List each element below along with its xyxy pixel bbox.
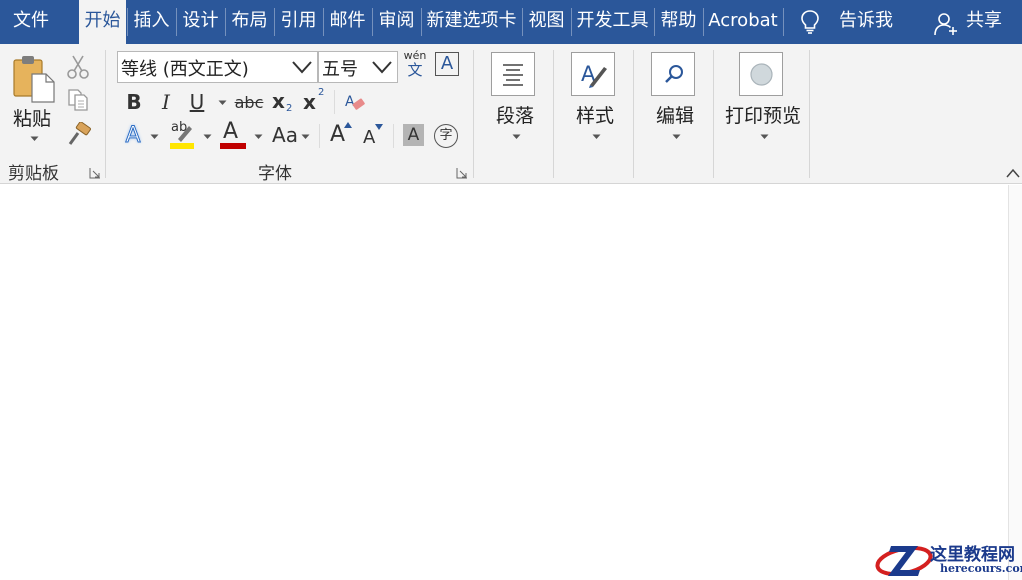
font-color-letter: A [223,119,239,144]
subscript-2: 2 [286,103,293,114]
highlight-dropdown-icon[interactable] [203,134,212,140]
ribbon-tab-bar: 文件 开始 插入 设计 布局 引用 邮件 审阅 新建选项卡 视图 开发工具 帮助… [0,0,1022,44]
shrink-font-letter: A [363,127,376,148]
highlight-color-bar [170,143,194,149]
print-preview-dropdown-icon[interactable] [760,134,769,140]
tab-layout[interactable]: 布局 [227,0,272,44]
share-button[interactable]: 共享 [962,0,1006,44]
tell-me-box[interactable]: 告诉我 [834,0,898,44]
paragraph-dropdown-icon[interactable] [512,134,521,140]
superscript-2: 2 [318,87,325,98]
tab-review[interactable]: 审阅 [374,0,419,44]
tab-acrobat[interactable]: Acrobat [705,0,781,44]
cut-icon[interactable] [66,54,90,80]
collapse-ribbon-icon[interactable] [1006,168,1020,178]
underline-button[interactable]: U [185,87,209,117]
styles-dropdown-icon[interactable] [592,134,601,140]
tab-mailings[interactable]: 邮件 [325,0,370,44]
ribbon-home: 粘贴 剪贴板 等线 (西文正文) 五号 wén 文 A B I U abc x … [0,44,1022,184]
grow-font-button[interactable]: A [329,122,353,150]
svg-text:A: A [345,94,355,110]
superscript-x: x [303,90,316,114]
caret-down-icon [375,124,383,130]
character-shading-button[interactable]: A [403,124,424,146]
person-add-icon[interactable] [934,12,958,36]
watermark-logo [875,545,933,577]
font-color-button[interactable]: A [220,119,246,150]
styles-icon: A [581,62,607,88]
paste-label[interactable]: 粘贴 [13,104,51,131]
subscript-x: x [272,89,285,113]
paste-dropdown-icon[interactable] [30,136,39,142]
tab-design[interactable]: 设计 [178,0,223,44]
font-color-dropdown-icon[interactable] [254,134,263,140]
font-color-bar [220,143,246,149]
tab-new-tab[interactable]: 新建选项卡 [423,0,520,44]
print-preview-label[interactable]: 打印预览 [725,101,801,128]
character-border-button[interactable]: A [435,52,459,76]
caret-up-icon [344,122,352,128]
chevron-down-icon[interactable] [291,59,313,75]
watermark-url: herecours.com [940,562,1022,575]
tab-insert[interactable]: 插入 [129,0,174,44]
tab-developer[interactable]: 开发工具 [573,0,652,44]
italic-button[interactable]: I [154,87,178,117]
subscript-button[interactable]: x 2 [272,87,294,117]
vertical-scrollbar[interactable] [1008,185,1022,580]
enclose-characters-button[interactable]: 字 [434,124,458,148]
clipboard-launcher-icon[interactable] [89,167,101,179]
tab-view[interactable]: 视图 [524,0,569,44]
format-painter-icon[interactable] [66,122,92,148]
tab-help[interactable]: 帮助 [656,0,701,44]
change-case-button[interactable]: Aa [270,120,300,150]
font-group-label: 字体 [258,164,292,184]
text-effects-button[interactable]: A [120,121,146,151]
paragraph-button[interactable] [491,52,535,96]
grow-font-letter: A [330,122,346,147]
tab-home[interactable]: 开始 [79,0,126,44]
tab-file[interactable]: 文件 [0,0,62,44]
paste-icon[interactable] [10,54,58,104]
superscript-button[interactable]: x 2 [303,87,327,117]
styles-label[interactable]: 样式 [576,101,614,128]
marker-icon [178,126,192,142]
paragraph-label[interactable]: 段落 [496,101,534,128]
search-icon [665,65,683,83]
bold-button[interactable]: B [122,87,146,117]
font-name-value: 等线 (西文正文) [121,59,249,80]
change-case-dropdown-icon[interactable] [301,134,310,140]
underline-dropdown-icon[interactable] [218,100,227,106]
phonetic-guide-button[interactable]: wén 文 [403,50,427,84]
print-preview-icon [750,63,773,86]
font-size-combo[interactable]: 五号 [318,51,398,83]
font-launcher-icon[interactable] [456,167,468,179]
highlight-button[interactable]: ab [168,120,196,150]
copy-icon[interactable] [66,88,90,112]
paragraph-align-icon [503,64,523,86]
phonetic-bottom: 文 [407,61,423,79]
lightbulb-icon[interactable] [800,9,820,35]
shrink-font-button[interactable]: A [361,124,385,152]
editing-button[interactable] [651,52,695,96]
editing-dropdown-icon[interactable] [672,134,681,140]
editing-label[interactable]: 编辑 [656,101,694,128]
document-area[interactable] [0,185,1010,580]
word-window: 文件 开始 插入 设计 布局 引用 邮件 审阅 新建选项卡 视图 开发工具 帮助… [0,0,1022,580]
print-preview-button[interactable] [739,52,783,96]
clipboard-group-label: 剪贴板 [8,164,59,184]
clear-formatting-icon[interactable]: A [343,91,367,115]
font-size-value: 五号 [322,59,358,80]
chevron-down-icon[interactable] [371,59,393,75]
text-effects-dropdown-icon[interactable] [150,134,159,140]
tab-references[interactable]: 引用 [276,0,321,44]
font-name-combo[interactable]: 等线 (西文正文) [117,51,318,83]
styles-button[interactable]: A [571,52,615,96]
strikethrough-button[interactable]: abc [233,88,265,118]
